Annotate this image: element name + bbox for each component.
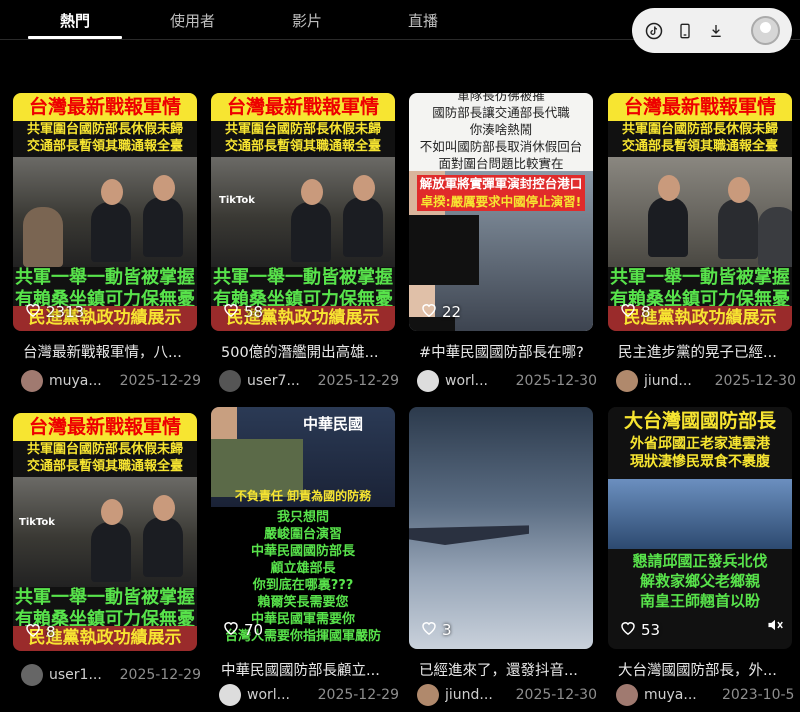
video-meta: worl... 2025-12-30 (417, 369, 597, 393)
video-meta: user7... 2025-12-29 (219, 369, 399, 393)
thumb-photo (608, 157, 792, 267)
upload-date: 2023-10-5 (722, 687, 795, 703)
video-title[interactable]: 500億的潛艦開出高雄... (221, 341, 391, 362)
thumb-headline: 台灣最新戰報軍情 (608, 93, 792, 121)
thumb-banner: 中華民國 (303, 415, 364, 433)
thumb-photo (13, 157, 197, 267)
video-meta: muya... 2025-12-29 (21, 369, 201, 393)
active-tab-indicator (28, 36, 122, 39)
like-count: 22 (421, 302, 461, 321)
tiktok-icon[interactable] (642, 19, 666, 43)
aircraft-image (409, 525, 529, 545)
tiktok-watermark: TikTok (219, 195, 255, 206)
thumb-subtitle: 共軍圍台國防部長休假未歸 交通部長暫領其職通報全臺 (211, 121, 395, 157)
video-title[interactable]: 民主進步黨的晃子已經... (618, 341, 788, 362)
avatar[interactable] (417, 684, 439, 706)
username[interactable]: user1... (49, 667, 112, 683)
tab-users[interactable]: 使用者 (170, 10, 215, 31)
thumb-text: 軍隊長彷彿被摧 國防部長讓交通部長代職 你湊啥熱鬧 不如叫國防部長取消休假回台 … (419, 93, 583, 171)
thumb-photo: TikTok (211, 157, 395, 267)
tab-videos[interactable]: 影片 (292, 10, 322, 31)
upload-date: 2025-12-30 (714, 373, 796, 389)
video-thumbnail[interactable]: 台灣最新戰報軍情 共軍圍台國防部長休假未歸 交通部長暫領其職通報全臺 TikTok… (13, 413, 197, 651)
like-count: 70 (223, 620, 263, 639)
heart-icon (223, 302, 239, 321)
video-thumbnail[interactable]: 台灣最新戰報軍情 共軍圍台國防部長休假未歸 交通部長暫領其職通報全臺 共軍一舉一動… (13, 93, 197, 331)
video-thumbnail[interactable]: 大台灣國國防部長 外省邱國正老家連雲港 現狀淒慘民眾食不裹腹 懇請邱國正發兵北伐… (608, 407, 792, 649)
video-thumbnail[interactable]: 軍隊長彷彿被摧 國防部長讓交通部長代職 你湊啥熱鬧 不如叫國防部長取消休假回台 … (409, 93, 593, 331)
avatar[interactable] (616, 370, 638, 392)
like-count: 58 (223, 302, 263, 321)
thumb-photo: TikTok (13, 477, 197, 587)
like-count: 53 (620, 620, 660, 639)
tab-live[interactable]: 直播 (408, 10, 438, 31)
username[interactable]: worl... (445, 373, 508, 389)
thumb-caption: 不負責任 卸責為國的防務 (234, 489, 372, 503)
upload-date: 2025-12-29 (317, 373, 399, 389)
username[interactable]: jiund... (445, 687, 508, 703)
video-title[interactable]: 已經進來了，還發抖音... (419, 659, 589, 680)
heart-icon (223, 620, 239, 639)
upload-date: 2025-12-30 (515, 687, 597, 703)
thumb-photo (608, 479, 792, 549)
heart-icon (421, 302, 437, 321)
heart-icon (620, 302, 636, 321)
avatar[interactable] (21, 370, 43, 392)
phone-icon[interactable] (673, 19, 697, 43)
download-icon[interactable] (704, 19, 728, 43)
tiktok-watermark: TikTok (19, 517, 55, 528)
news-caption: 解放軍將實彈軍演封控台港口 卓揆:嚴厲要求中國停止演習! (417, 175, 585, 211)
video-title[interactable]: 大台灣國國防部長，外... (618, 659, 788, 680)
avatar[interactable] (417, 370, 439, 392)
mute-icon[interactable] (766, 617, 784, 637)
video-meta: worl... 2025-12-29 (219, 683, 399, 707)
video-title[interactable]: 中華民國國防部長顧立... (221, 659, 391, 680)
video-meta: user1... 2025-12-29 (21, 663, 201, 687)
upload-date: 2025-12-30 (515, 373, 597, 389)
heart-icon (620, 620, 636, 639)
thumb-subtitle: 共軍圍台國防部長休假未歸 交通部長暫領其職通報全臺 (13, 441, 197, 477)
floating-toolbar (632, 8, 792, 53)
thumb-slogan: 懇請邱國正發兵北伐 解救家鄉父老鄉親 南皇王師翹首以盼 (632, 552, 768, 610)
video-meta: jiund... 2025-12-30 (616, 369, 796, 393)
username[interactable]: user7... (247, 373, 310, 389)
thumb-subtitle: 共軍圍台國防部長休假未歸 交通部長暫領其職通報全臺 (608, 121, 792, 157)
thumb-headline: 台灣最新戰報軍情 (211, 93, 395, 121)
upload-date: 2025-12-29 (119, 373, 201, 389)
video-thumbnail[interactable]: 中華民國 不負責任 卸責為國的防務 我只想問 嚴峻圍台演習 中華民國國防部長 顧… (211, 407, 395, 649)
upload-date: 2025-12-29 (317, 687, 399, 703)
heart-icon (25, 622, 41, 641)
thumb-headline: 台灣最新戰報軍情 (13, 413, 197, 441)
video-meta: jiund... 2025-12-30 (417, 683, 597, 707)
heart-icon (421, 620, 437, 639)
avatar[interactable] (616, 684, 638, 706)
like-count: 2313 (25, 302, 84, 321)
like-count: 8 (25, 622, 56, 641)
video-thumbnail[interactable]: 台灣最新戰報軍情 共軍圍台國防部長休假未歸 交通部長暫領其職通報全臺 TikTok… (211, 93, 395, 331)
video-thumbnail[interactable]: 台灣最新戰報軍情 共軍圍台國防部長休假未歸 交通部長暫領其職通報全臺 共軍一舉一動… (608, 93, 792, 331)
heart-icon (25, 302, 41, 321)
like-count: 8 (620, 302, 651, 321)
avatar[interactable] (21, 664, 43, 686)
tab-popular[interactable]: 熱門 (60, 10, 90, 31)
username[interactable]: muya... (644, 687, 714, 703)
avatar[interactable] (751, 16, 780, 45)
thumb-subtitle: 外省邱國正老家連雲港 現狀淒慘民眾食不裹腹 (630, 436, 770, 470)
video-thumbnail[interactable]: 3 (409, 407, 593, 649)
video-title[interactable]: 台灣最新戰報軍情，八... (23, 341, 193, 362)
avatar[interactable] (219, 370, 241, 392)
like-count: 3 (421, 620, 452, 639)
username[interactable]: jiund... (644, 373, 707, 389)
upload-date: 2025-12-29 (119, 667, 201, 683)
thumb-headline: 大台灣國國防部長 (608, 407, 792, 435)
username[interactable]: muya... (49, 373, 112, 389)
video-title[interactable]: #中華民國國防部長在哪? (419, 341, 589, 362)
username[interactable]: worl... (247, 687, 310, 703)
avatar[interactable] (219, 684, 241, 706)
thumb-subtitle: 共軍圍台國防部長休假未歸 交通部長暫領其職通報全臺 (13, 121, 197, 157)
thumb-headline: 台灣最新戰報軍情 (13, 93, 197, 121)
video-meta: muya... 2023-10-5 (616, 683, 796, 707)
